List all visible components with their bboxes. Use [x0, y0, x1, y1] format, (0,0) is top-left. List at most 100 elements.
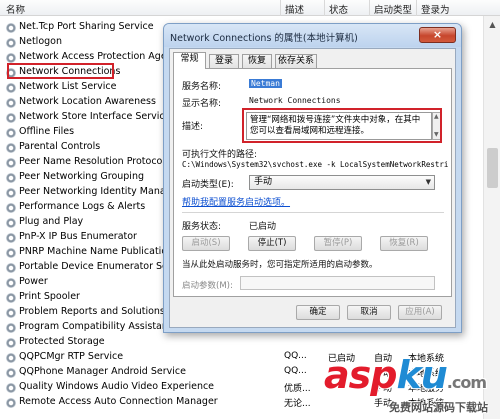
- service-gear-icon: [6, 143, 16, 153]
- service-status-value: 已启动: [249, 222, 277, 232]
- executable-path: C:\Windows\System32\svchost.exe -k Local…: [182, 160, 448, 169]
- service-name: Net.Tcp Port Sharing Service: [19, 21, 154, 32]
- service-name: Offline Files: [19, 126, 75, 137]
- display-name-value[interactable]: Network Connections: [249, 96, 341, 105]
- column-status[interactable]: 状态: [329, 2, 348, 16]
- service-gear-icon: [6, 383, 16, 393]
- stop-button[interactable]: 停止(T): [248, 236, 296, 251]
- service-name: Network Store Interface Service: [19, 111, 171, 122]
- service-gear-icon: [6, 128, 16, 138]
- column-divider[interactable]: [369, 0, 370, 16]
- path-label: 可执行文件的路径:: [182, 150, 258, 160]
- cancel-button[interactable]: 取消: [347, 305, 391, 320]
- service-name: Print Spooler: [19, 291, 80, 302]
- network-connections-highlight: [7, 63, 114, 79]
- service-gear-icon: [6, 293, 16, 303]
- column-header: 名称 描述 状态 启动类型 登录为: [0, 0, 500, 16]
- service-gear-icon: [6, 38, 16, 48]
- start-parameters-label: 启动参数(M):: [182, 281, 233, 291]
- properties-dialog: Network Connections 的属性(本地计算机) × 常规 登录 恢…: [163, 23, 462, 333]
- description-highlight: [242, 108, 442, 143]
- close-button[interactable]: ×: [419, 27, 456, 43]
- dialog-title: Network Connections 的属性(本地计算机): [170, 33, 358, 44]
- service-gear-icon: [6, 218, 16, 228]
- ok-button[interactable]: 确定: [296, 305, 340, 320]
- service-name: Network Location Awareness: [19, 96, 156, 107]
- column-description[interactable]: 描述: [285, 2, 304, 16]
- pause-button[interactable]: 暂停(P): [314, 236, 362, 251]
- chevron-down-icon[interactable]: ▼: [426, 176, 431, 189]
- watermark-subtitle: 免费网站源码下载站: [389, 401, 488, 414]
- column-name[interactable]: 名称: [6, 2, 25, 16]
- start-button[interactable]: 启动(S): [182, 236, 230, 251]
- service-gear-icon: [6, 368, 16, 378]
- service-description: QQ...: [284, 366, 307, 376]
- service-gear-icon: [6, 113, 16, 123]
- service-gear-icon: [6, 98, 16, 108]
- apply-button[interactable]: 应用(A): [398, 305, 442, 320]
- service-name: PnP-X IP Bus Enumerator: [19, 231, 137, 242]
- service-name: QQPhone Manager Android Service: [19, 366, 186, 377]
- startup-type-value: 手动: [254, 177, 273, 187]
- service-gear-icon: [6, 53, 16, 63]
- service-name: Peer Name Resolution Protocol: [19, 156, 165, 167]
- service-gear-icon: [6, 308, 16, 318]
- service-gear-icon: [6, 203, 16, 213]
- service-name: Plug and Play: [19, 216, 84, 227]
- column-divider[interactable]: [280, 0, 281, 16]
- service-name: Peer Networking Identity Manager: [19, 186, 182, 197]
- column-startup-type[interactable]: 启动类型: [374, 2, 412, 16]
- service-description: QQ...: [284, 351, 307, 361]
- service-name: Network List Service: [19, 81, 117, 92]
- service-gear-icon: [6, 398, 16, 408]
- service-name: Peer Networking Grouping: [19, 171, 144, 182]
- service-name: Performance Logs & Alerts: [19, 201, 146, 212]
- start-parameters-hint: 当从此处启动服务时，您可指定所适用的启动参数。: [182, 260, 378, 270]
- startup-type-label: 启动类型(E):: [182, 180, 234, 190]
- service-gear-icon: [6, 248, 16, 258]
- service-name: Protected Storage: [19, 336, 105, 347]
- column-divider[interactable]: [324, 0, 325, 16]
- display-name-label: 显示名称:: [182, 99, 222, 109]
- service-gear-icon: [6, 263, 16, 273]
- resume-button[interactable]: 恢复(R): [380, 236, 428, 251]
- service-name: Netlogon: [19, 36, 62, 47]
- tab-recovery[interactable]: 恢复: [242, 54, 272, 68]
- service-name-value[interactable]: Netman: [249, 79, 282, 88]
- tab-logon[interactable]: 登录: [209, 54, 239, 68]
- watermark-part: .com: [446, 373, 487, 392]
- dialog-client-area: 常规 登录 恢复 依存关系 服务名称: Netman 显示名称: Network…: [169, 48, 456, 328]
- tab-general[interactable]: 常规: [173, 52, 206, 69]
- service-gear-icon: [6, 23, 16, 33]
- service-gear-icon: [6, 83, 16, 93]
- dialog-titlebar[interactable]: Network Connections 的属性(本地计算机) ×: [164, 24, 461, 47]
- watermark-part: ku: [396, 353, 447, 397]
- service-gear-icon: [6, 353, 16, 363]
- scroll-thumb[interactable]: [487, 148, 498, 188]
- scroll-up-arrow-icon[interactable]: ▲: [484, 16, 500, 33]
- general-panel: 服务名称: Netman 显示名称: Network Connections 描…: [173, 68, 452, 297]
- startup-type-select[interactable]: 手动 ▼: [249, 175, 435, 190]
- divider: [182, 212, 444, 213]
- start-parameters-input[interactable]: [240, 276, 435, 290]
- service-name: Remote Access Auto Connection Manager: [19, 396, 218, 407]
- service-name: Parental Controls: [19, 141, 101, 152]
- service-row[interactable]: Protected Storage: [0, 335, 480, 350]
- service-gear-icon: [6, 323, 16, 333]
- service-gear-icon: [6, 233, 16, 243]
- service-description: 优质...: [284, 384, 311, 394]
- column-divider[interactable]: [416, 0, 417, 16]
- help-configure-link[interactable]: 帮助我配置服务启动选项。: [182, 195, 290, 208]
- service-gear-icon: [6, 173, 16, 183]
- column-logon[interactable]: 登录为: [421, 2, 450, 16]
- tab-dependencies[interactable]: 依存关系: [275, 54, 317, 68]
- service-name: QQPCMgr RTP Service: [19, 351, 124, 362]
- service-name: Quality Windows Audio Video Experience: [19, 381, 215, 392]
- service-status-label: 服务状态:: [182, 222, 222, 232]
- service-gear-icon: [6, 278, 16, 288]
- service-gear-icon: [6, 338, 16, 348]
- service-description: 无论...: [284, 399, 311, 409]
- watermark-logo: aspku.com: [324, 353, 487, 397]
- service-gear-icon: [6, 158, 16, 168]
- service-name-label: 服务名称:: [182, 82, 222, 92]
